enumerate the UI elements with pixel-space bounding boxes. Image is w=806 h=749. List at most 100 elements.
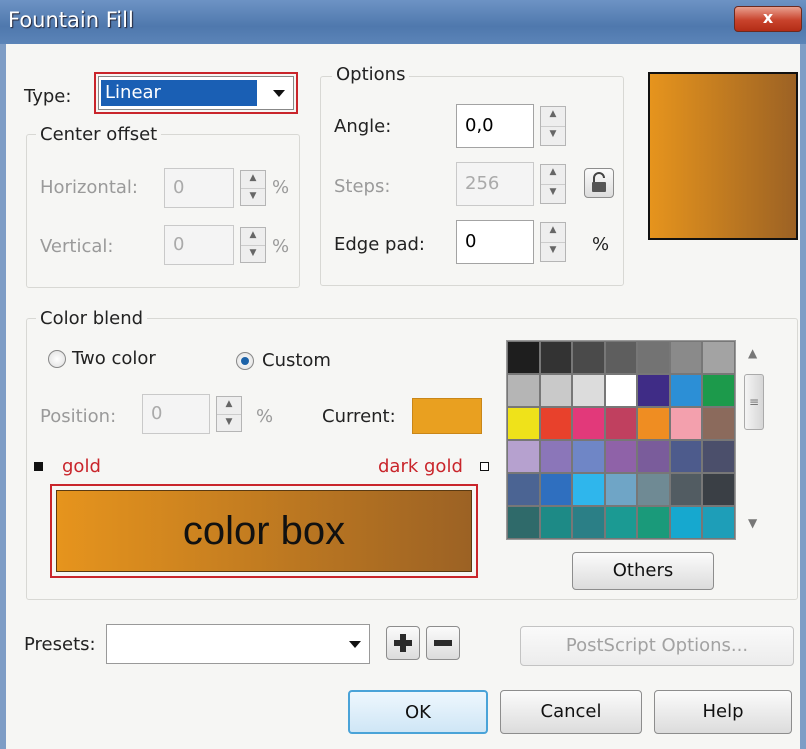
current-color-swatch[interactable] xyxy=(412,398,482,434)
spin-up-icon[interactable]: ▲ xyxy=(541,223,565,243)
spin-down-icon[interactable]: ▼ xyxy=(541,243,565,262)
palette-swatch[interactable] xyxy=(573,408,604,439)
gold-annotation: gold xyxy=(62,456,101,477)
palette-swatch[interactable] xyxy=(508,474,539,505)
palette-swatch[interactable] xyxy=(670,408,702,439)
two-color-radio[interactable] xyxy=(48,350,66,368)
cancel-button[interactable]: Cancel xyxy=(500,690,642,734)
plus-icon xyxy=(394,634,412,652)
palette-swatch[interactable] xyxy=(573,375,604,406)
scroll-down-icon[interactable]: ▼ xyxy=(748,516,757,530)
center-offset-legend: Center offset xyxy=(36,124,162,145)
palette-swatch[interactable] xyxy=(508,441,539,472)
palette-swatch[interactable] xyxy=(605,507,637,538)
color-blend-legend: Color blend xyxy=(36,308,148,329)
color-palette[interactable] xyxy=(506,340,736,540)
spin-down-icon[interactable]: ▼ xyxy=(217,415,241,432)
palette-swatch[interactable] xyxy=(703,408,734,439)
palette-swatch[interactable] xyxy=(703,474,734,505)
palette-swatch[interactable] xyxy=(638,408,669,439)
palette-swatch[interactable] xyxy=(605,375,637,406)
vertical-spinner[interactable]: ▲ ▼ xyxy=(240,227,266,263)
palette-swatch[interactable] xyxy=(703,441,734,472)
palette-swatch[interactable] xyxy=(670,342,702,373)
palette-swatch[interactable] xyxy=(573,507,604,538)
spin-down-icon[interactable]: ▼ xyxy=(241,189,265,206)
palette-swatch[interactable] xyxy=(540,507,572,538)
remove-preset-button[interactable] xyxy=(426,626,460,660)
palette-swatch[interactable] xyxy=(638,474,669,505)
horizontal-spinner[interactable]: ▲ ▼ xyxy=(240,170,266,206)
palette-swatch[interactable] xyxy=(605,408,637,439)
gradient-color-band[interactable]: color box xyxy=(56,490,472,572)
steps-field[interactable]: 256 xyxy=(456,162,534,206)
angle-field[interactable]: 0,0 xyxy=(456,104,534,148)
spin-down-icon[interactable]: ▼ xyxy=(541,185,565,204)
palette-swatch[interactable] xyxy=(670,507,702,538)
custom-radio[interactable] xyxy=(236,352,254,370)
palette-swatch[interactable] xyxy=(670,474,702,505)
spin-up-icon[interactable]: ▲ xyxy=(241,171,265,189)
spin-up-icon[interactable]: ▲ xyxy=(541,165,565,185)
close-button[interactable]: x xyxy=(734,6,802,32)
palette-swatch[interactable] xyxy=(605,342,637,373)
edge-pad-spinner[interactable]: ▲ ▼ xyxy=(540,222,566,262)
vertical-field[interactable]: 0 xyxy=(164,225,234,265)
palette-swatch[interactable] xyxy=(703,507,734,538)
palette-swatch[interactable] xyxy=(540,408,572,439)
palette-swatch[interactable] xyxy=(508,375,539,406)
close-icon: x xyxy=(762,8,774,27)
scroll-thumb[interactable]: ≡ xyxy=(744,374,764,430)
postscript-options-button[interactable]: PostScript Options... xyxy=(520,626,794,666)
horizontal-label: Horizontal: xyxy=(40,177,138,198)
palette-swatch[interactable] xyxy=(703,342,734,373)
palette-swatch[interactable] xyxy=(670,441,702,472)
spin-up-icon[interactable]: ▲ xyxy=(217,397,241,415)
edge-pad-unit: % xyxy=(592,234,610,255)
steps-lock-button[interactable] xyxy=(584,168,614,198)
palette-swatch[interactable] xyxy=(508,342,539,373)
steps-spinner[interactable]: ▲ ▼ xyxy=(540,164,566,204)
horizontal-field[interactable]: 0 xyxy=(164,168,234,208)
palette-swatch[interactable] xyxy=(605,474,637,505)
palette-scrollbar[interactable]: ▲ ≡ ▼ xyxy=(740,340,768,540)
palette-swatch[interactable] xyxy=(703,375,734,406)
palette-swatch[interactable] xyxy=(540,441,572,472)
type-select[interactable]: Linear xyxy=(98,76,294,110)
type-label: Type: xyxy=(24,86,72,107)
spin-down-icon[interactable]: ▼ xyxy=(241,246,265,263)
start-color-marker[interactable] xyxy=(34,462,43,471)
angle-spinner[interactable]: ▲ ▼ xyxy=(540,106,566,146)
scroll-up-icon[interactable]: ▲ xyxy=(748,346,757,360)
edge-pad-field[interactable]: 0 xyxy=(456,220,534,264)
end-color-marker[interactable] xyxy=(480,462,489,471)
palette-swatch[interactable] xyxy=(508,408,539,439)
palette-swatch[interactable] xyxy=(573,441,604,472)
palette-swatch[interactable] xyxy=(540,342,572,373)
title-bar[interactable]: Fountain Fill x xyxy=(0,0,806,44)
palette-swatch[interactable] xyxy=(540,375,572,406)
palette-swatch[interactable] xyxy=(573,474,604,505)
palette-swatch[interactable] xyxy=(540,474,572,505)
add-preset-button[interactable] xyxy=(386,626,420,660)
spin-up-icon[interactable]: ▲ xyxy=(541,107,565,127)
palette-swatch[interactable] xyxy=(638,441,669,472)
position-field[interactable]: 0 xyxy=(142,394,210,434)
spin-up-icon[interactable]: ▲ xyxy=(241,228,265,246)
palette-swatch[interactable] xyxy=(638,507,669,538)
palette-swatch[interactable] xyxy=(605,441,637,472)
custom-label[interactable]: Custom xyxy=(262,350,331,371)
spin-down-icon[interactable]: ▼ xyxy=(541,127,565,146)
palette-swatch[interactable] xyxy=(638,375,669,406)
others-button[interactable]: Others xyxy=(572,552,714,590)
two-color-label[interactable]: Two color xyxy=(72,348,156,369)
help-button[interactable]: Help xyxy=(654,690,792,734)
palette-swatch[interactable] xyxy=(670,375,702,406)
position-spinner[interactable]: ▲ ▼ xyxy=(216,396,242,432)
ok-button[interactable]: OK xyxy=(348,690,488,734)
horizontal-unit: % xyxy=(272,177,290,198)
presets-select[interactable] xyxy=(106,624,370,664)
palette-swatch[interactable] xyxy=(573,342,604,373)
palette-swatch[interactable] xyxy=(508,507,539,538)
palette-swatch[interactable] xyxy=(638,342,669,373)
